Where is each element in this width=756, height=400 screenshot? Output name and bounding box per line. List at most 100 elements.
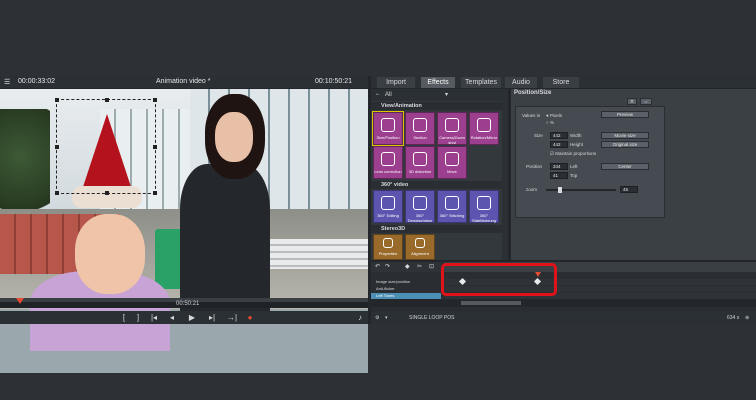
monitor-header: ☰ 00:00:33:02 Animation video * 00:10:50… xyxy=(0,76,368,88)
effect-move[interactable]: Move xyxy=(437,146,467,179)
unit-percent-radio[interactable]: ○ % xyxy=(546,120,554,125)
effect-lens-correction[interactable]: Lens correction xyxy=(373,146,403,179)
vr-icon xyxy=(477,196,491,210)
zoom-slider[interactable] xyxy=(546,187,616,193)
reset-button[interactable]: ✕ xyxy=(627,98,637,105)
maintain-proportions-checkbox[interactable]: ☑ Maintain proportions xyxy=(550,151,596,157)
effect-alignment[interactable]: Alignment xyxy=(405,234,435,260)
redo-icon[interactable]: ↷ xyxy=(385,263,390,270)
height-field[interactable]: 442 xyxy=(550,141,568,148)
delete-keyframe-icon[interactable]: ✂ xyxy=(417,263,422,270)
chevron-down-icon[interactable]: ▾ xyxy=(445,91,448,98)
effect-3d-distortion[interactable]: 3D distortion xyxy=(405,146,435,179)
effect-camera-zoom[interactable]: Camera/Zoom shot xyxy=(437,112,467,145)
play-button[interactable]: ▶ xyxy=(186,313,198,322)
selection-box[interactable] xyxy=(55,98,157,195)
track-image-size-position[interactable]: Image size/position xyxy=(371,279,441,285)
lock-icon[interactable]: ⊡ xyxy=(429,263,434,270)
panel-tabs: Import Effects Templates Audio Store xyxy=(371,76,756,88)
status-bar: ⚙ ▾ SINGLE LOOP POS 634 s ⊕ xyxy=(371,312,756,324)
section-stereo3d[interactable]: Stereo3D xyxy=(371,225,508,233)
go-end-button[interactable]: ▸| xyxy=(206,313,218,322)
effects-filter[interactable]: All xyxy=(385,92,392,98)
vr-icon xyxy=(381,196,395,210)
girl-face xyxy=(75,214,145,294)
track-anti-flicker[interactable]: Anti-flicker xyxy=(371,286,441,292)
preview-button[interactable]: Preview xyxy=(601,111,649,118)
back-icon[interactable]: ← xyxy=(375,91,381,97)
effect-360-stitching[interactable]: 360° Stitching xyxy=(437,190,467,223)
center-button[interactable]: Center xyxy=(601,163,649,170)
add-keyframe-icon[interactable]: ◆ xyxy=(405,263,410,270)
highlight-box xyxy=(441,263,557,296)
status-duration: 634 s xyxy=(727,315,740,321)
values-in-label: Values in xyxy=(522,113,541,118)
undo-icon[interactable]: ↶ xyxy=(375,263,380,270)
zoom-field[interactable]: 45 xyxy=(620,186,638,193)
audio-icon[interactable]: ♪ xyxy=(354,313,366,322)
go-start-button[interactable]: |◂ xyxy=(148,313,160,322)
effect-360-stabilisation[interactable]: 360° Stabilisierung xyxy=(469,190,499,223)
chevron-down-icon[interactable]: ▾ xyxy=(385,315,388,321)
width-field[interactable]: 442 xyxy=(550,132,568,139)
video-preview[interactable] xyxy=(0,89,368,373)
monitor-timebar[interactable]: 00:50:21 xyxy=(0,298,368,308)
resize-handle[interactable] xyxy=(153,145,157,149)
effects-scrollbar[interactable] xyxy=(502,89,508,260)
vr-icon xyxy=(445,196,459,210)
step-back-button[interactable]: ◂ xyxy=(166,313,178,322)
rotate-icon xyxy=(477,118,491,132)
effect-section[interactable]: Section xyxy=(405,112,435,145)
movie-size-button[interactable]: Movie size xyxy=(601,132,649,139)
tab-templates[interactable]: Templates xyxy=(461,77,501,88)
zoom-label: zoom xyxy=(526,187,538,192)
monitor-playhead[interactable] xyxy=(16,298,24,304)
effect-360-editing[interactable]: 360° Editing xyxy=(373,190,403,223)
woman-face xyxy=(215,112,253,162)
resize-handle[interactable] xyxy=(105,98,109,102)
lens-icon xyxy=(381,152,395,166)
effects-panel: ← All ▾ View/Animation Size/Position Sec… xyxy=(371,89,508,260)
zoom-slider-knob[interactable] xyxy=(558,187,562,193)
jump-button[interactable]: →| xyxy=(226,313,238,322)
record-icon[interactable]: ● xyxy=(244,313,256,322)
tab-audio[interactable]: Audio xyxy=(505,77,537,88)
resize-handle[interactable] xyxy=(105,191,109,195)
tab-effects[interactable]: Effects xyxy=(421,77,455,88)
left-label: Left xyxy=(570,164,578,169)
section-360-video[interactable]: 360° video xyxy=(371,181,508,189)
resize-handle[interactable] xyxy=(55,191,59,195)
settings-icon[interactable]: ⚙ xyxy=(375,315,379,321)
unit-pixels-radio[interactable]: ● Pixels xyxy=(546,113,562,118)
section-view-animation[interactable]: View/Animation xyxy=(371,102,508,110)
glasses-icon xyxy=(383,238,393,248)
unit-pixels-label: Pixels xyxy=(549,113,562,118)
effects-toolbar: ← All ▾ xyxy=(371,89,508,101)
timeline-scroll-thumb[interactable] xyxy=(461,301,521,305)
top-field[interactable]: 41 xyxy=(550,172,568,179)
width-label: Width xyxy=(570,133,582,138)
resize-handle[interactable] xyxy=(153,191,157,195)
crop-icon xyxy=(413,118,427,132)
mark-in-button[interactable]: [ xyxy=(118,313,130,322)
resize-handle[interactable] xyxy=(55,98,59,102)
effect-360-denoise[interactable]: 360° Denoise/ation xyxy=(405,190,435,223)
mark-out-button[interactable]: ] xyxy=(132,313,144,322)
original-size-button[interactable]: Original size xyxy=(601,141,649,148)
timeline-playhead[interactable] xyxy=(535,272,541,277)
timeline-scrollbar[interactable] xyxy=(371,299,756,307)
resize-handle[interactable] xyxy=(55,145,59,149)
expand-button[interactable]: ⇔ xyxy=(640,98,652,105)
height-label: Height xyxy=(570,142,584,147)
effect-properties[interactable]: Properties xyxy=(373,234,403,260)
zoom-icon[interactable]: ⊕ xyxy=(745,315,749,321)
tab-store[interactable]: Store xyxy=(543,77,579,88)
woman-jacket xyxy=(180,164,270,314)
tab-import[interactable]: Import xyxy=(377,77,415,88)
resize-handle[interactable] xyxy=(153,98,157,102)
effect-size-position[interactable]: Size/Position xyxy=(372,111,404,146)
menu-icon[interactable]: ☰ xyxy=(4,78,10,86)
left-field[interactable]: 344 xyxy=(550,163,568,170)
timeline-toolbar: ↶ ↷ ◆ ✂ ⊡ xyxy=(371,262,442,272)
effect-rotation-mirror[interactable]: Rotation/Mirror xyxy=(469,112,499,145)
